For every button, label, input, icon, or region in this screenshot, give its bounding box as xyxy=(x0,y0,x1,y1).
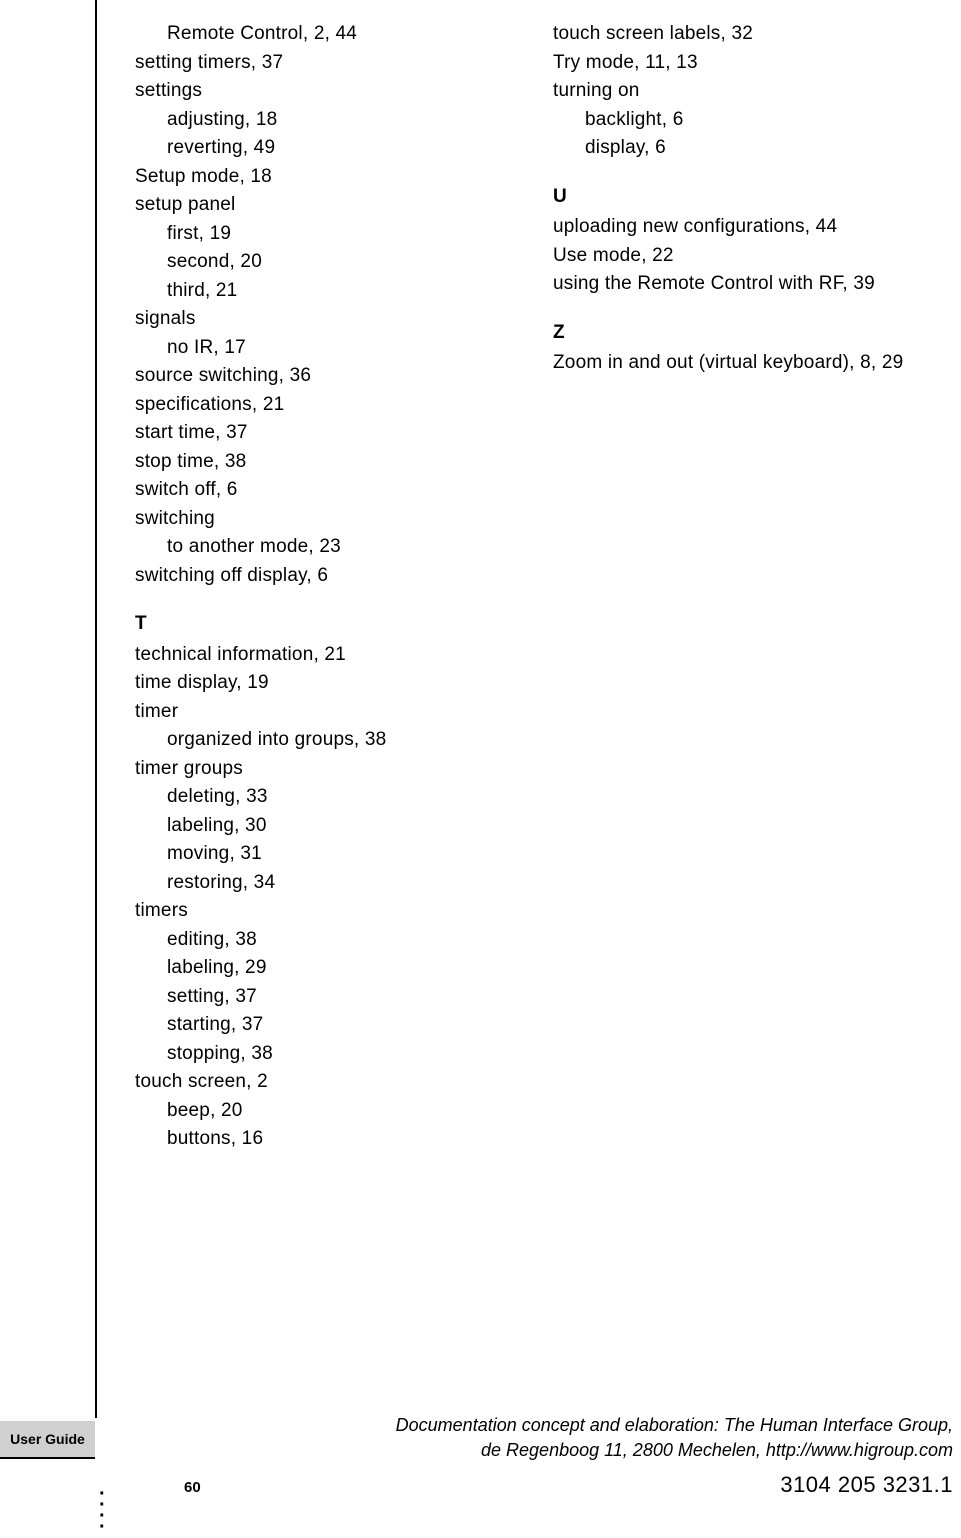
index-entry: settings xyxy=(135,77,513,106)
index-entry: timer xyxy=(135,698,513,727)
index-entry: technical information, 21 xyxy=(135,641,513,670)
index-entry: labeling, 30 xyxy=(135,812,513,841)
credit-line: de Regenboog 11, 2800 Mechelen, http://w… xyxy=(481,1440,953,1460)
index-entry: beep, 20 xyxy=(135,1097,513,1126)
index-entry: starting, 37 xyxy=(135,1011,513,1040)
index-entry: no IR, 17 xyxy=(135,334,513,363)
index-entry: using the Remote Control with RF, 39 xyxy=(553,270,931,299)
index-entry: setting timers, 37 xyxy=(135,49,513,78)
index-entry: backlight, 6 xyxy=(553,106,931,135)
index-entry: to another mode, 23 xyxy=(135,533,513,562)
credit-line: Documentation concept and elaboration: T… xyxy=(396,1415,953,1435)
index-entry: first, 19 xyxy=(135,220,513,249)
index-entry: labeling, 29 xyxy=(135,954,513,983)
index-entry: start time, 37 xyxy=(135,419,513,448)
vertical-rule xyxy=(95,0,97,1418)
index-heading: Z xyxy=(553,319,931,348)
index-entry: deleting, 33 xyxy=(135,783,513,812)
index-entry: switch off, 6 xyxy=(135,476,513,505)
index-column-right: touch screen labels, 32Try mode, 11, 13t… xyxy=(553,20,931,1154)
dots-decoration: ···· xyxy=(99,1489,106,1533)
index-entry: buttons, 16 xyxy=(135,1125,513,1154)
index-entry: touch screen, 2 xyxy=(135,1068,513,1097)
index-entry: Try mode, 11, 13 xyxy=(553,49,931,78)
page-number: 60 xyxy=(184,1477,201,1500)
index-entry: touch screen labels, 32 xyxy=(553,20,931,49)
index-entry: switching xyxy=(135,505,513,534)
document-number: 3104 205 3231.1 xyxy=(780,1468,953,1501)
index-entry: signals xyxy=(135,305,513,334)
index-entry: third, 21 xyxy=(135,277,513,306)
index-entry: reverting, 49 xyxy=(135,134,513,163)
index-entry: uploading new configurations, 44 xyxy=(553,213,931,242)
index-entry: time display, 19 xyxy=(135,669,513,698)
index-entry: organized into groups, 38 xyxy=(135,726,513,755)
index-entry: specifications, 21 xyxy=(135,391,513,420)
index-entry: Remote Control, 2, 44 xyxy=(135,20,513,49)
index-column-left: Remote Control, 2, 44setting timers, 37s… xyxy=(135,20,513,1154)
user-guide-label: User Guide xyxy=(0,1421,95,1457)
index-entry: adjusting, 18 xyxy=(135,106,513,135)
index-entry: switching off display, 6 xyxy=(135,562,513,591)
index-entry: setup panel xyxy=(135,191,513,220)
sidebar-rule xyxy=(0,1457,95,1459)
index-entry: source switching, 36 xyxy=(135,362,513,391)
index-entry: turning on xyxy=(553,77,931,106)
credit-text: Documentation concept and elaboration: T… xyxy=(396,1413,953,1463)
index-entry: timers xyxy=(135,897,513,926)
index-heading: T xyxy=(135,610,513,639)
index-entry: second, 20 xyxy=(135,248,513,277)
index-entry: setting, 37 xyxy=(135,983,513,1012)
index-columns: Remote Control, 2, 44setting timers, 37s… xyxy=(135,20,931,1154)
page: Remote Control, 2, 44setting timers, 37s… xyxy=(0,0,961,1527)
index-entry: Use mode, 22 xyxy=(553,242,931,271)
index-entry: editing, 38 xyxy=(135,926,513,955)
index-entry: moving, 31 xyxy=(135,840,513,869)
index-entry: timer groups xyxy=(135,755,513,784)
index-entry: stop time, 38 xyxy=(135,448,513,477)
index-entry: Zoom in and out (virtual keyboard), 8, 2… xyxy=(553,349,931,378)
index-entry: display, 6 xyxy=(553,134,931,163)
index-heading: U xyxy=(553,183,931,212)
index-entry: restoring, 34 xyxy=(135,869,513,898)
index-entry: Setup mode, 18 xyxy=(135,163,513,192)
index-entry: stopping, 38 xyxy=(135,1040,513,1069)
